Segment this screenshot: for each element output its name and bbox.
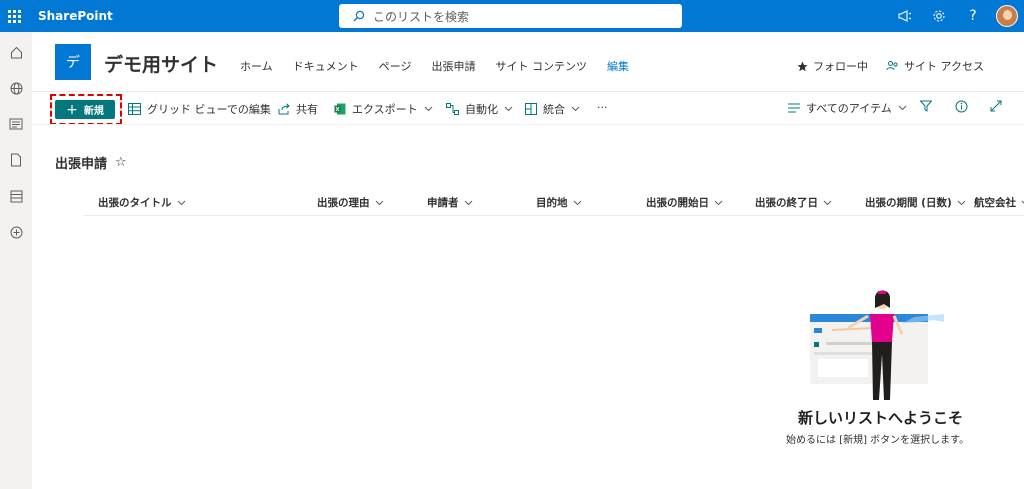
chevron-down-icon bbox=[898, 105, 907, 111]
view-label: すべてのアイテム bbox=[806, 102, 892, 115]
filter-icon[interactable] bbox=[920, 100, 932, 112]
follow-label: フォロー中 bbox=[813, 60, 869, 73]
column-header-start-date[interactable]: 出張の開始日 bbox=[646, 195, 723, 210]
app-launcher-icon[interactable] bbox=[0, 0, 28, 32]
people-icon bbox=[886, 61, 898, 71]
share-icon bbox=[278, 103, 290, 115]
site-actions: フォロー中 サイト アクセス bbox=[779, 58, 984, 74]
nav-site-contents[interactable]: サイト コンテンツ bbox=[495, 58, 587, 74]
nav-home[interactable]: ホーム bbox=[240, 58, 273, 74]
list-icon[interactable] bbox=[0, 178, 32, 214]
export-button[interactable]: エクスポート bbox=[334, 101, 433, 117]
add-circle-icon[interactable] bbox=[0, 214, 32, 250]
view-lines-icon bbox=[788, 103, 800, 113]
column-header-label: 申請者 bbox=[427, 197, 459, 209]
column-header-destination[interactable]: 目的地 bbox=[536, 195, 582, 210]
avatar[interactable] bbox=[996, 5, 1018, 27]
command-bar-divider bbox=[32, 124, 1024, 125]
chevron-down-icon bbox=[424, 106, 433, 112]
left-rail bbox=[0, 32, 32, 489]
column-header-label: 出張の理由 bbox=[317, 197, 370, 209]
chevron-down-icon bbox=[957, 200, 966, 205]
home-icon[interactable] bbox=[0, 34, 32, 70]
column-header-title[interactable]: 出張のタイトル bbox=[98, 195, 186, 210]
megaphone-icon[interactable] bbox=[888, 0, 922, 32]
chevron-down-icon bbox=[375, 200, 383, 205]
site-navigation: ホーム ドキュメント ページ 出張申請 サイト コンテンツ 編集 bbox=[240, 58, 649, 74]
expand-icon[interactable] bbox=[990, 100, 1002, 112]
empty-state-subtitle: 始めるには [新規] ボタンを選択します。 bbox=[786, 435, 970, 446]
excel-icon bbox=[334, 103, 346, 115]
integrate-label: 統合 bbox=[543, 103, 565, 116]
share-button[interactable]: 共有 bbox=[278, 101, 318, 117]
new-button[interactable]: + 新規 bbox=[55, 100, 115, 119]
search-box[interactable]: このリストを検索 bbox=[339, 4, 682, 28]
command-bar: + 新規 グリッド ビューでの編集 共有 エクスポート 自動化 統合 ··· す… bbox=[32, 92, 1024, 125]
header-row-divider bbox=[84, 215, 1024, 216]
site-access-label: サイト アクセス bbox=[904, 60, 984, 73]
column-header-label: 出張の開始日 bbox=[646, 197, 709, 209]
site-logo[interactable]: デ bbox=[55, 44, 91, 80]
new-button-label: 新規 bbox=[83, 106, 104, 117]
empty-state-title: 新しいリストへようこそ bbox=[798, 409, 964, 427]
export-label: エクスポート bbox=[352, 103, 418, 116]
column-header-label: 出張の期間 (日数) bbox=[865, 197, 952, 209]
share-label: 共有 bbox=[296, 103, 318, 116]
column-header-reason[interactable]: 出張の理由 bbox=[317, 195, 384, 210]
nav-edit-link[interactable]: 編集 bbox=[607, 58, 629, 74]
search-icon bbox=[353, 10, 365, 22]
brand-name[interactable]: SharePoint bbox=[38, 9, 113, 23]
site-title[interactable]: デモ用サイト bbox=[104, 50, 218, 77]
chevron-down-icon bbox=[504, 106, 513, 112]
chevron-down-icon bbox=[464, 200, 472, 205]
column-header-duration[interactable]: 出張の期間 (日数) bbox=[865, 195, 966, 210]
chevron-down-icon bbox=[823, 200, 832, 205]
favorite-star-icon[interactable]: ☆ bbox=[115, 155, 127, 170]
plus-icon: + bbox=[66, 101, 78, 118]
ellipsis-icon: ··· bbox=[597, 101, 608, 114]
nav-documents[interactable]: ドキュメント bbox=[293, 58, 359, 74]
news-icon[interactable] bbox=[0, 106, 32, 142]
nav-pages[interactable]: ページ bbox=[379, 58, 412, 74]
grid-view-edit-label: グリッド ビューでの編集 bbox=[147, 103, 271, 116]
list-title-text: 出張申請 bbox=[55, 157, 108, 172]
column-header-label: 出張のタイトル bbox=[98, 197, 172, 209]
empty-list-illustration bbox=[810, 290, 944, 400]
more-options-button[interactable]: ··· bbox=[597, 101, 608, 114]
chevron-down-icon bbox=[177, 200, 185, 205]
automate-button[interactable]: 自動化 bbox=[446, 101, 513, 117]
chevron-down-icon bbox=[571, 106, 580, 112]
automate-label: 自動化 bbox=[465, 103, 498, 116]
list-title: 出張申請 ☆ bbox=[55, 153, 127, 172]
column-header-label: 航空会社 bbox=[974, 197, 1016, 209]
help-icon[interactable]: ? bbox=[956, 0, 990, 32]
grid-view-edit-button[interactable]: グリッド ビューでの編集 bbox=[128, 101, 271, 117]
info-icon[interactable] bbox=[955, 100, 968, 113]
integrate-icon bbox=[525, 103, 537, 115]
column-header-end-date[interactable]: 出張の終了日 bbox=[755, 195, 832, 210]
search-input[interactable]: このリストを検索 bbox=[373, 8, 469, 25]
gear-icon[interactable] bbox=[922, 0, 956, 32]
grid-icon bbox=[128, 103, 141, 115]
site-access-button[interactable]: サイト アクセス bbox=[886, 58, 984, 74]
chevron-down-icon bbox=[714, 200, 723, 205]
view-selector[interactable]: すべてのアイテム bbox=[788, 100, 907, 116]
follow-button[interactable]: フォロー中 bbox=[797, 58, 868, 74]
suite-bar-actions: ? bbox=[888, 0, 1024, 32]
column-header-label: 出張の終了日 bbox=[755, 197, 818, 209]
column-header-requester[interactable]: 申請者 bbox=[427, 195, 473, 210]
file-icon[interactable] bbox=[0, 142, 32, 178]
flow-icon bbox=[446, 103, 459, 115]
column-header-airline[interactable]: 航空会社 bbox=[974, 195, 1024, 210]
star-icon bbox=[797, 61, 808, 71]
nav-travel-request[interactable]: 出張申請 bbox=[431, 58, 475, 74]
globe-icon[interactable] bbox=[0, 70, 32, 106]
chevron-down-icon bbox=[573, 200, 581, 205]
integrate-button[interactable]: 統合 bbox=[525, 101, 580, 117]
column-header-label: 目的地 bbox=[536, 197, 568, 209]
